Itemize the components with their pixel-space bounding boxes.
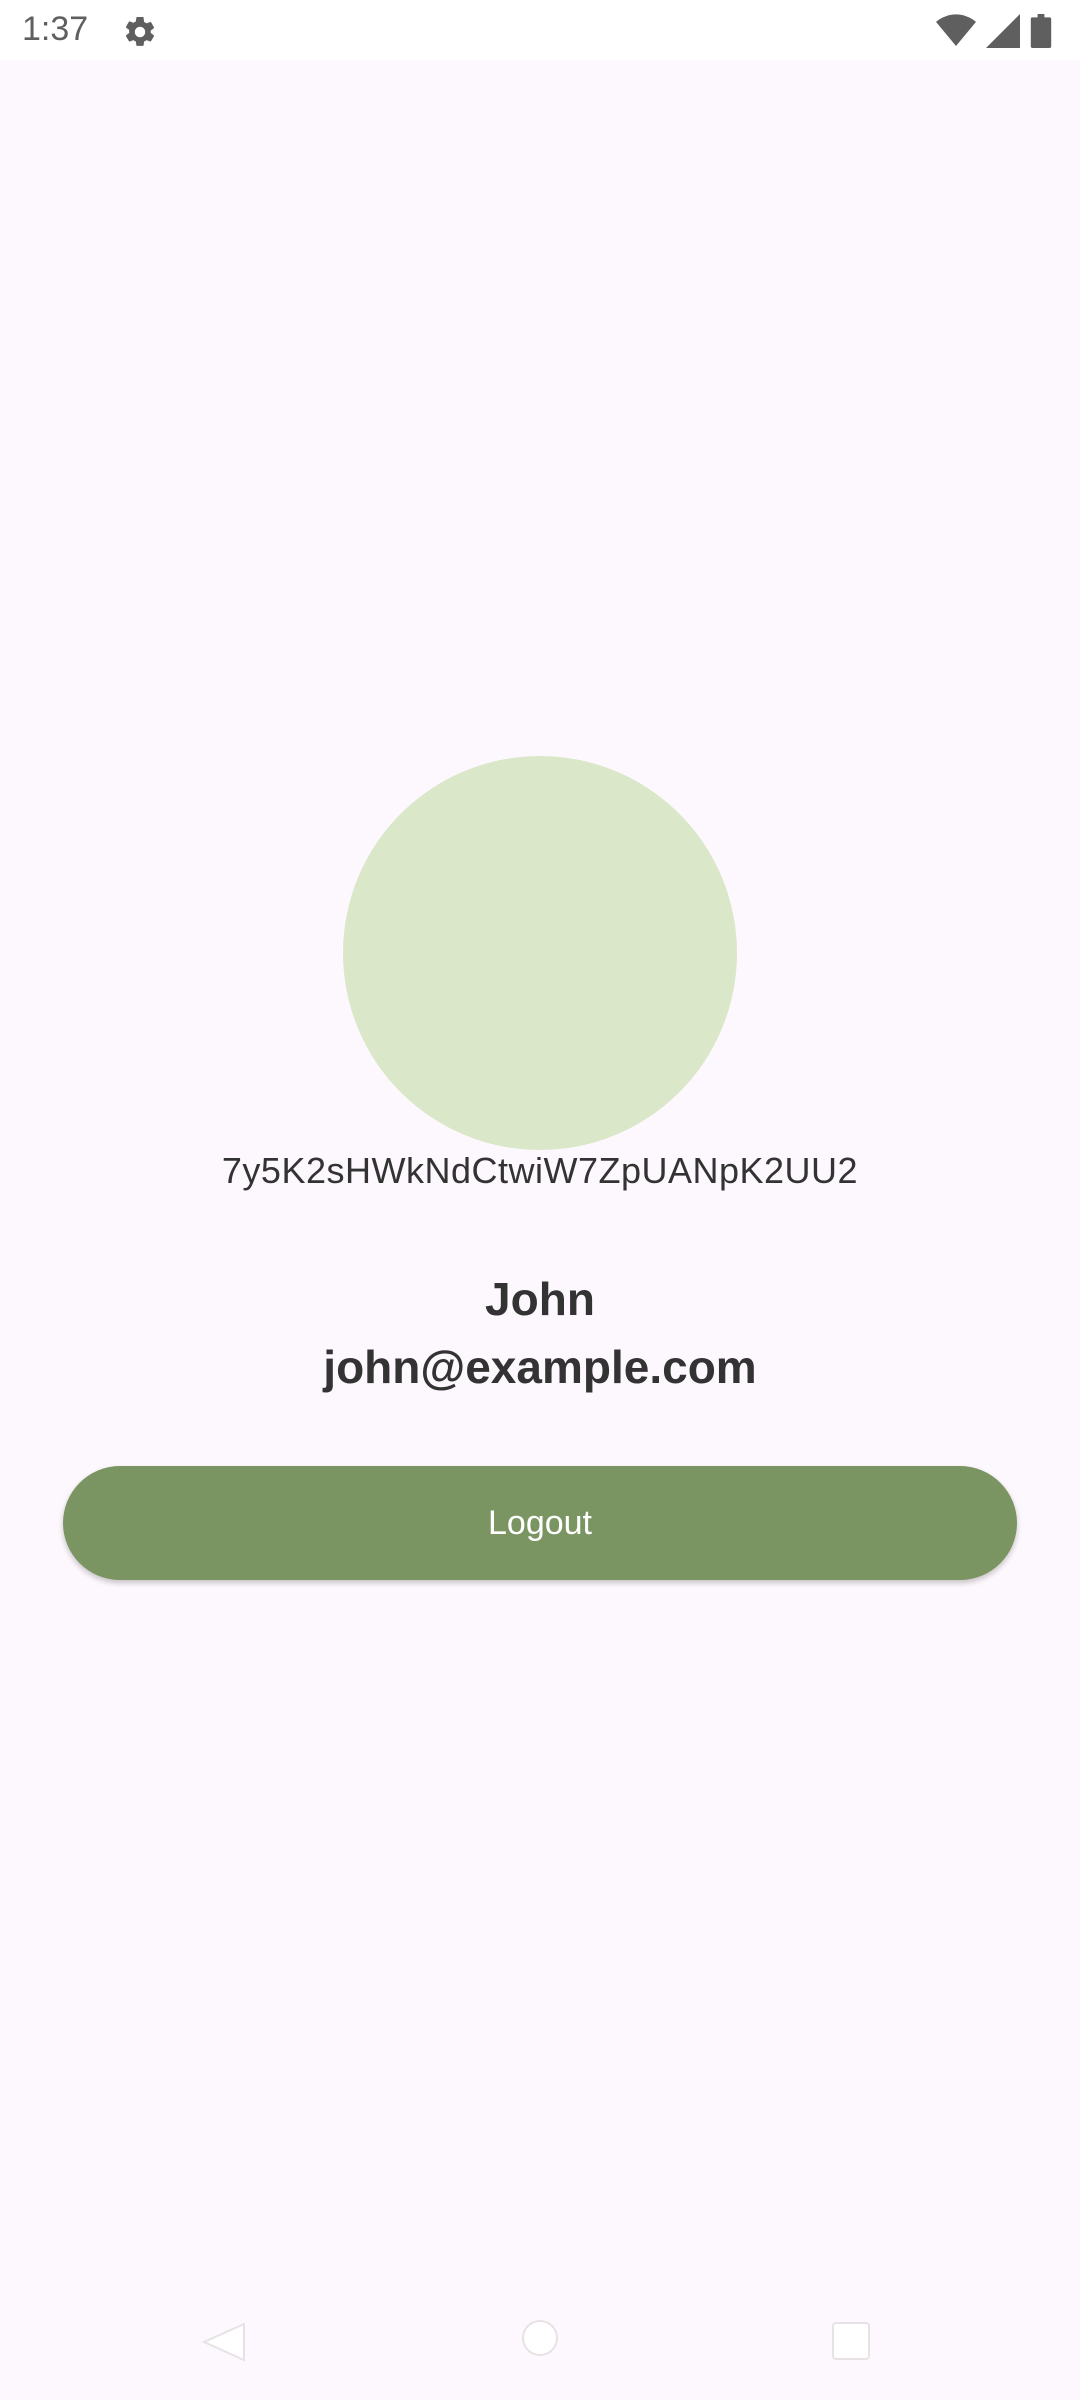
battery-icon bbox=[1030, 14, 1052, 48]
user-name: John bbox=[485, 1273, 595, 1325]
signal-icon bbox=[986, 14, 1020, 48]
user-id-text: 7y5K2sHWkNdCtwiW7ZpUANpK2UU2 bbox=[221, 1150, 859, 1191]
recents-icon[interactable] bbox=[830, 2320, 872, 2362]
user-email: john@example.com bbox=[323, 1341, 757, 1393]
avatar bbox=[343, 756, 737, 1150]
back-icon[interactable] bbox=[200, 2320, 250, 2364]
wifi-icon bbox=[936, 14, 976, 48]
status-time: 1:37 bbox=[22, 10, 89, 48]
logout-button[interactable]: Logout bbox=[63, 1466, 1017, 1580]
status-icons bbox=[936, 14, 1052, 48]
status-bar: 1:37 bbox=[0, 0, 1080, 60]
gear-icon bbox=[122, 14, 158, 50]
home-icon[interactable] bbox=[520, 2318, 560, 2358]
